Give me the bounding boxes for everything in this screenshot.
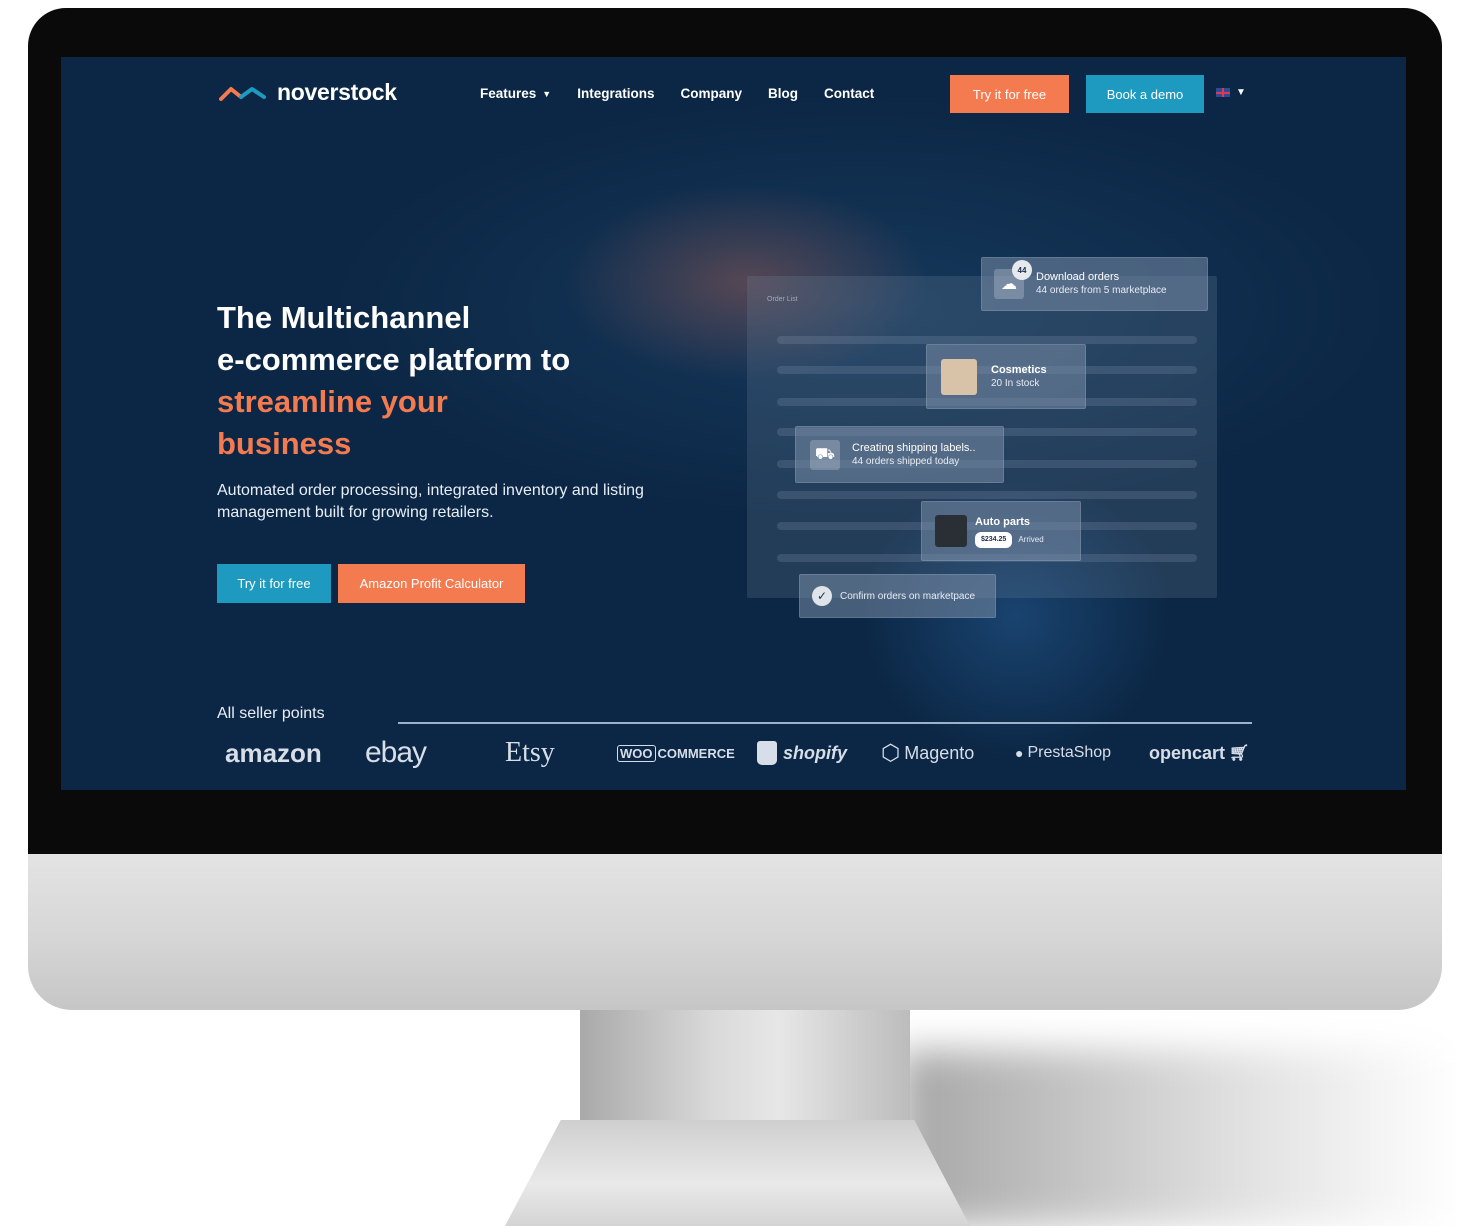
hero-try-free-button[interactable]: Try it for free <box>217 564 331 603</box>
etsy-logo: Etsy <box>505 737 555 768</box>
hero-title-accent: business <box>217 426 352 461</box>
logo-wave-icon <box>219 86 266 101</box>
section-divider <box>398 722 1252 724</box>
logo[interactable]: noverstock <box>219 79 397 106</box>
order-list-label: Order List <box>767 296 798 303</box>
hero-title-line: The Multichannel <box>217 300 471 335</box>
mock-table-row <box>777 336 1197 344</box>
magento-mark-icon: ⬡ <box>881 740 901 765</box>
language-selector[interactable]: ▼ <box>1216 87 1246 98</box>
opencart-logo: opencart 🛒︎ <box>1149 733 1249 773</box>
cosmetics-card: Cosmetics 20 In stock <box>926 344 1086 409</box>
card-subtitle: 44 orders shipped today <box>852 455 960 467</box>
cart-icon: 🛒︎ <box>1229 745 1250 762</box>
woo-mark: WOO <box>617 744 656 762</box>
auto-parts-card: Auto parts $234.25 Arrived <box>921 501 1081 561</box>
opencart-text: opencart <box>1149 742 1226 763</box>
nav-link-contact[interactable]: Contact <box>824 86 874 101</box>
nav-links: Features ▼ Integrations Company Blog Cont… <box>480 86 874 101</box>
nav-link-features[interactable]: Features ▼ <box>480 86 551 101</box>
hero-title-accent: streamline your <box>217 384 448 419</box>
seller-points-label: All seller points <box>217 705 325 722</box>
card-title: Cosmetics <box>991 363 1047 376</box>
confirm-orders-card: ✓ Confirm orders on marketpace <box>799 574 996 618</box>
shopify-logo: shopify <box>757 733 847 773</box>
prestashop-text: PrestaShop <box>1027 744 1112 761</box>
nav-link-company[interactable]: Company <box>680 86 742 101</box>
amazon-profit-calculator-button[interactable]: Amazon Profit Calculator <box>338 564 525 603</box>
cosmetics-product-image <box>941 358 977 395</box>
card-title: Confirm orders on marketpace <box>840 590 976 602</box>
card-subtitle: 44 orders from 5 marketplace <box>1036 285 1167 296</box>
status-text: Arrived <box>1018 534 1044 544</box>
nav-link-label: Features <box>480 86 537 101</box>
monitor-stand-base <box>505 1120 970 1226</box>
auto-parts-product-image <box>935 515 967 547</box>
mock-table-row <box>777 491 1197 499</box>
hero-subtitle: Automated order processing, integrated i… <box>217 482 644 521</box>
amazon-logo: amazon <box>225 737 322 768</box>
price-tag: $234.25 <box>975 531 1013 548</box>
nav-link-blog[interactable]: Blog <box>768 86 798 101</box>
hero-title: The Multichannel e-commerce platform to … <box>217 297 570 465</box>
woocommerce-logo: WOO COMMERCE <box>617 733 735 773</box>
top-nav: noverstock Features ▼ Integrations Compan… <box>61 57 1406 132</box>
monitor-chin <box>28 850 1442 1010</box>
caret-down-icon: ▼ <box>1236 87 1246 98</box>
prestashop-mark-icon: ● <box>1015 745 1024 761</box>
nav-try-free-button[interactable]: Try it for free <box>950 75 1069 113</box>
nav-book-demo-button[interactable]: Book a demo <box>1086 75 1204 113</box>
prestashop-logo: ● PrestaShop <box>1015 733 1111 773</box>
shipping-labels-card: ⛟ Creating shipping labels.. 44 orders s… <box>795 426 1004 483</box>
shopping-bag-icon <box>757 741 777 765</box>
card-title: Download orders <box>1036 271 1120 283</box>
website-screen: noverstock Features ▼ Integrations Compan… <box>61 57 1406 790</box>
caret-down-icon: ▼ <box>542 88 552 99</box>
commerce-text: COMMERCE <box>657 745 735 761</box>
card-subtitle: 20 In stock <box>991 377 1040 389</box>
checkmark-icon: ✓ <box>812 586 832 606</box>
truck-icon: ⛟ <box>810 439 840 470</box>
uk-flag-icon <box>1216 88 1230 97</box>
magento-logo: ⬡ Magento <box>881 733 974 773</box>
shopify-text: shopify <box>783 742 848 763</box>
monitor-shadow <box>900 1050 1457 1226</box>
card-title: Auto parts <box>975 515 1030 528</box>
magento-text: Magento <box>904 742 975 763</box>
order-count-badge: 44 <box>1012 260 1032 280</box>
monitor-stand-neck <box>580 1008 910 1128</box>
card-title: Creating shipping labels.. <box>852 441 976 454</box>
hero-title-line: e-commerce platform to <box>217 342 571 377</box>
marketplace-logos: amazon ebay Etsy WOO COMMERCE shopify ⬡ … <box>217 733 1257 773</box>
nav-link-integrations[interactable]: Integrations <box>577 86 654 101</box>
ebay-logo: ebay <box>365 736 427 769</box>
logo-text: noverstock <box>277 79 397 105</box>
